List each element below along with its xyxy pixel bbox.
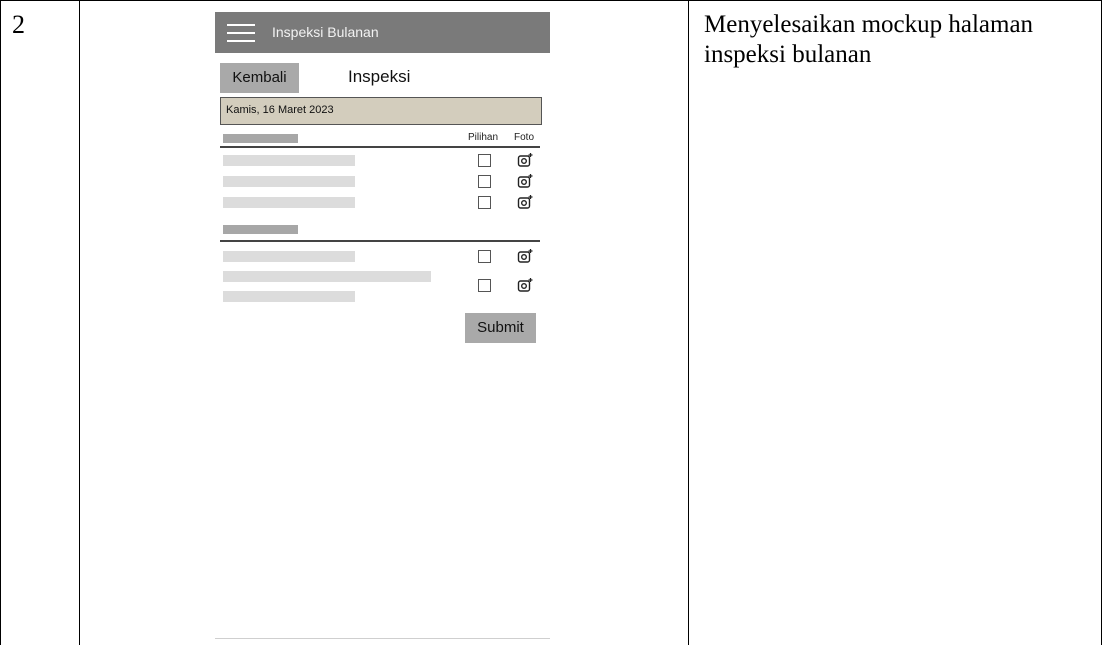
item-text-placeholder: [223, 291, 355, 302]
item-checkbox[interactable]: [478, 279, 491, 292]
table-border-left: [0, 0, 1, 645]
table-border-top: [0, 0, 1102, 1]
camera-add-icon[interactable]: [517, 248, 533, 264]
section-label-placeholder: [223, 225, 298, 234]
hamburger-menu-icon[interactable]: [227, 24, 255, 42]
item-checkbox[interactable]: [478, 154, 491, 167]
app-bar-title: Inspeksi Bulanan: [272, 24, 379, 40]
item-checkbox[interactable]: [478, 250, 491, 263]
date-text: Kamis, 16 Maret 2023: [226, 104, 334, 116]
section-label-placeholder: [223, 134, 298, 143]
section-divider: [220, 240, 540, 242]
table-border-col1: [79, 0, 80, 645]
item-checkbox[interactable]: [478, 196, 491, 209]
column-header-photo: Foto: [514, 132, 535, 143]
item-text-placeholder: [223, 251, 355, 262]
page-title: Inspeksi: [348, 67, 411, 86]
camera-add-icon[interactable]: [517, 152, 533, 168]
camera-add-icon[interactable]: [517, 194, 533, 210]
section-divider: [220, 146, 540, 148]
item-text-placeholder: [223, 271, 431, 282]
item-text-placeholder: [223, 155, 355, 166]
row-number: 2: [12, 10, 25, 39]
submit-button[interactable]: Submit: [465, 313, 536, 343]
column-header-choice: Pilihan: [468, 132, 499, 143]
date-bar: Kamis, 16 Maret 2023: [220, 97, 542, 125]
table-border-col2: [688, 0, 689, 645]
item-text-placeholder: [223, 176, 355, 187]
row-description: Menyelesaikan mockup halaman inspeksi bu…: [704, 11, 1034, 68]
camera-add-icon[interactable]: [517, 277, 533, 293]
mockup-bottom-edge: [215, 638, 550, 639]
app-bar: Inspeksi Bulanan: [215, 12, 550, 53]
mockup-screen: Inspeksi Bulanan Kembali Inspeksi Kamis,…: [215, 12, 550, 640]
item-checkbox[interactable]: [478, 175, 491, 188]
item-text-placeholder: [223, 197, 355, 208]
camera-add-icon[interactable]: [517, 173, 533, 189]
back-button[interactable]: Kembali: [220, 63, 299, 93]
